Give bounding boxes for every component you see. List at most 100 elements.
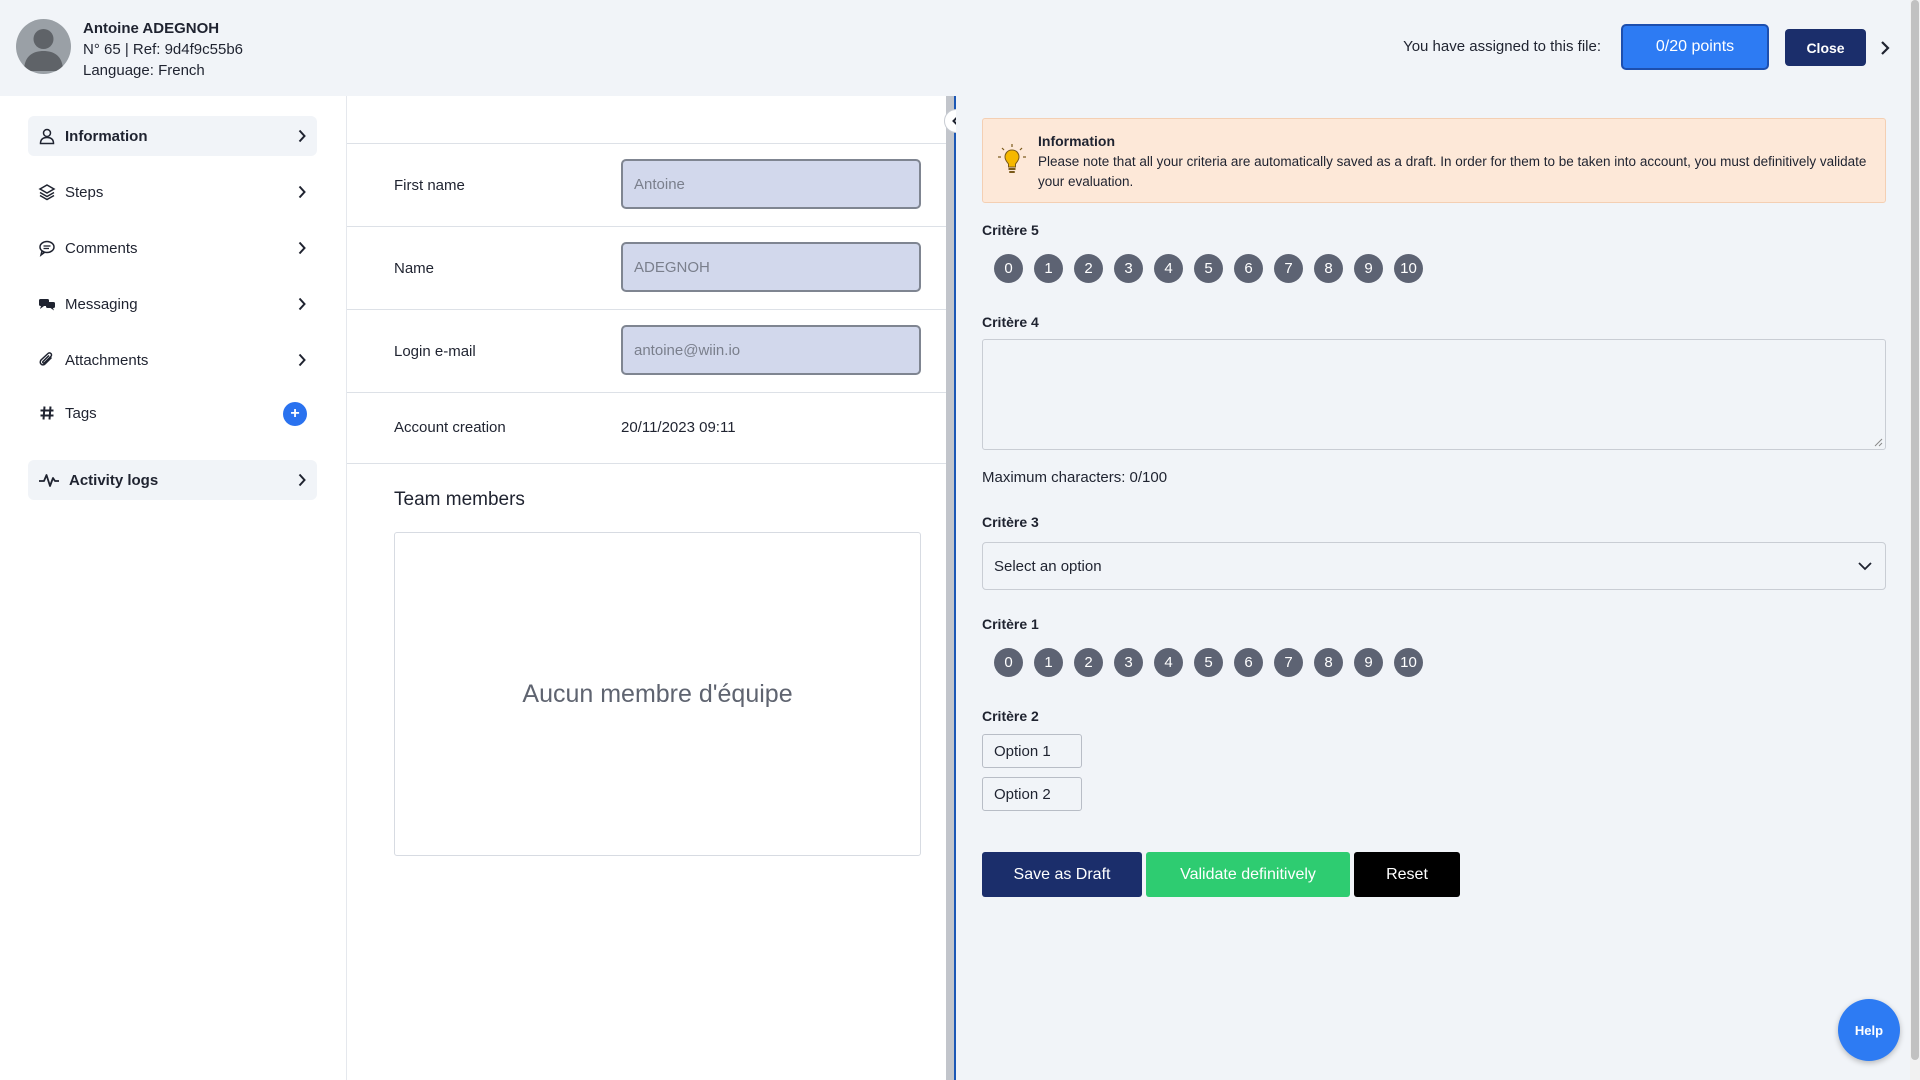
criteria-3-select[interactable]: Select an option [982,542,1886,590]
score-button-10[interactable]: 10 [1394,648,1423,677]
info-banner: Information Please note that all your cr… [982,118,1886,203]
account-creation-value: 20/11/2023 09:11 [621,419,736,436]
score-button-2[interactable]: 2 [1074,648,1103,677]
team-members-title: Team members [394,489,525,510]
chevron-right-icon [297,296,307,312]
select-value: Select an option [994,557,1102,575]
score-button-1[interactable]: 1 [1034,254,1063,283]
login-email-field[interactable]: antoine@wiin.io [621,325,921,375]
team-members-empty: Aucun membre d'équipe [394,532,921,856]
info-text: Please note that all your criteria are a… [1038,154,1867,189]
save-draft-button[interactable]: Save as Draft [982,852,1142,897]
user-ref: N° 65 | Ref: 9d4f9c55b6 [83,41,243,58]
criteria-4-textarea[interactable] [982,339,1886,450]
criteria-5-label: Critère 5 [982,222,1039,238]
option-2-button[interactable]: Option 2 [982,777,1082,811]
sidebar-item-label: Comments [65,239,138,257]
name-row: Name ADEGNOH [347,227,946,310]
avatar [16,19,71,74]
sidebar-item-label: Activity logs [69,471,159,489]
score-button-9[interactable]: 9 [1354,254,1383,283]
chevron-down-icon [1858,562,1872,571]
criteria-2-label: Critère 2 [982,708,1039,724]
info-title: Information [1038,133,1115,149]
chevron-right-icon [297,128,307,144]
add-tag-button[interactable]: + [283,402,307,426]
page-scrollbar[interactable] [1910,0,1920,1080]
sidebar-item-tags: Tags + [28,393,317,433]
help-button[interactable]: Help [1838,999,1900,1061]
criteria-1-label: Critère 1 [982,616,1039,632]
criteria-3-label: Critère 3 [982,514,1039,530]
score-button-9[interactable]: 9 [1354,648,1383,677]
messaging-icon [37,294,57,314]
assigned-label: You have assigned to this file: [1403,38,1601,55]
sidebar: Information Steps Comments Messaging Att… [0,96,346,1080]
option-1-button[interactable]: Option 1 [982,734,1082,768]
login-email-row: Login e-mail antoine@wiin.io [347,310,946,393]
reset-button[interactable]: Reset [1354,852,1460,897]
first-name-row: First name Antoine [347,144,946,227]
score-button-10[interactable]: 10 [1394,254,1423,283]
hash-icon [37,403,57,423]
avatar-person-icon [24,29,63,71]
score-button-5[interactable]: 5 [1194,254,1223,283]
lightbulb-icon [998,144,1026,173]
score-button-7[interactable]: 7 [1274,254,1303,283]
sidebar-item-activity-logs[interactable]: Activity logs [28,460,317,500]
chevron-right-icon [297,184,307,200]
account-creation-label: Account creation [394,419,506,436]
sidebar-item-label: Information [65,127,148,145]
score-button-1[interactable]: 1 [1034,648,1063,677]
score-button-4[interactable]: 4 [1154,254,1183,283]
points-button[interactable]: 0/20 points [1621,24,1769,70]
layers-icon [37,182,57,202]
score-button-8[interactable]: 8 [1314,648,1343,677]
sidebar-item-label: Attachments [65,351,149,369]
criteria-4-label: Critère 4 [982,314,1039,330]
sidebar-item-label: Messaging [65,295,138,313]
resize-grip-icon[interactable] [1874,438,1883,447]
score-button-6[interactable]: 6 [1234,254,1263,283]
chevron-right-icon [297,472,307,488]
score-button-6[interactable]: 6 [1234,648,1263,677]
close-button[interactable]: Close [1785,29,1866,66]
login-email-label: Login e-mail [394,343,476,360]
sidebar-item-label: Tags [65,404,97,422]
sidebar-item-attachments[interactable]: Attachments [28,340,317,380]
panel-divider[interactable] [946,96,956,1080]
name-label: Name [394,260,435,277]
user-icon [37,126,57,146]
score-button-4[interactable]: 4 [1154,648,1183,677]
chevron-right-icon [297,240,307,256]
account-creation-row: Account creation 20/11/2023 09:11 [347,393,946,464]
score-button-0[interactable]: 0 [994,254,1023,283]
score-button-7[interactable]: 7 [1274,648,1303,677]
profile-panel-top [347,96,946,144]
first-name-field[interactable]: Antoine [621,159,921,209]
score-button-8[interactable]: 8 [1314,254,1343,283]
chevron-right-icon[interactable] [1878,38,1892,58]
sidebar-item-label: Steps [65,183,104,201]
header: Antoine ADEGNOH N° 65 | Ref: 9d4f9c55b6 … [0,0,1920,96]
user-language: Language: French [83,62,205,79]
user-name: Antoine ADEGNOH [83,20,220,37]
sidebar-item-steps[interactable]: Steps [28,172,317,212]
criteria-1-scores: 0 1 2 3 4 5 6 7 8 9 10 [994,648,1423,677]
page-scrollbar-thumb[interactable] [1911,0,1919,1060]
chevron-right-icon [297,352,307,368]
profile-panel: First name Antoine Name ADEGNOH Login e-… [346,96,946,1080]
sidebar-item-comments[interactable]: Comments [28,228,317,268]
evaluation-panel: Information Please note that all your cr… [956,96,1910,1080]
validate-button[interactable]: Validate definitively [1146,852,1350,897]
sidebar-item-information[interactable]: Information [28,116,317,156]
score-button-2[interactable]: 2 [1074,254,1103,283]
score-button-5[interactable]: 5 [1194,648,1223,677]
activity-icon [37,470,61,490]
score-button-0[interactable]: 0 [994,648,1023,677]
paperclip-icon [37,350,57,370]
name-field[interactable]: ADEGNOH [621,242,921,292]
score-button-3[interactable]: 3 [1114,254,1143,283]
sidebar-item-messaging[interactable]: Messaging [28,284,317,324]
score-button-3[interactable]: 3 [1114,648,1143,677]
